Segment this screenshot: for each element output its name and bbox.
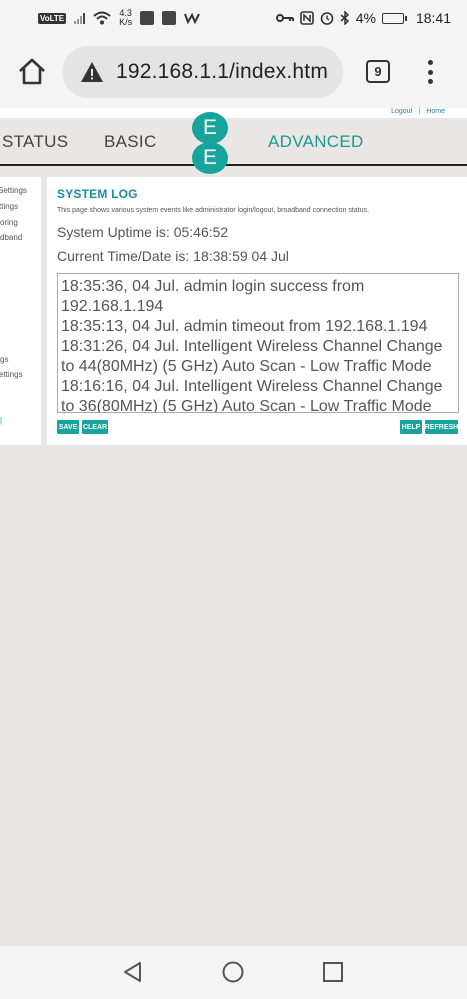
page-title: SYSTEM LOG (57, 187, 138, 201)
wish-icon (184, 12, 201, 24)
tab-switcher-button[interactable]: 9 (366, 60, 390, 83)
system-uptime: System Uptime is: 05:46:52 (57, 224, 229, 240)
alarm-icon (320, 12, 334, 25)
home-icon[interactable] (16, 56, 48, 88)
log-line: to 44(80MHz) (5 GHz) Auto Scan - Low Tra… (61, 358, 432, 375)
page-description: This page shows various system events li… (57, 207, 370, 214)
ee-logo[interactable]: E E (192, 112, 228, 174)
home-nav-icon[interactable] (222, 961, 244, 983)
save-button[interactable]: SAVE (57, 420, 79, 434)
overflow-menu-icon[interactable] (426, 60, 434, 84)
system-log-panel: SYSTEM LOG This page shows various syste… (47, 177, 467, 445)
clock: 18:41 (415, 10, 451, 26)
clear-button[interactable]: CLEAR (82, 420, 108, 434)
browser-toolbar: 192.168.1.1/index.htm 9 (0, 36, 467, 108)
nfc-icon (299, 11, 314, 25)
log-line: 18:35:13, 04 Jul. admin timeout from 192… (61, 318, 428, 335)
refresh-button[interactable]: REFRESH (425, 420, 458, 434)
log-line: to 36(80MHz) (5 GHz) Auto Scan - Low Tra… (61, 398, 432, 413)
volte-badge: VoLTE (38, 12, 67, 24)
system-nav-bar (0, 946, 467, 999)
app-icon (162, 11, 177, 25)
logout-link[interactable]: Logout (391, 108, 412, 115)
top-links: Logout | Home (391, 108, 445, 115)
sidebar-item[interactable]: gs (0, 355, 8, 364)
battery-icon (381, 12, 407, 24)
sidebar-item[interactable]: dband (0, 233, 22, 242)
home-link[interactable]: Home (426, 108, 445, 115)
sidebar-item[interactable]: Settings (0, 186, 27, 195)
back-icon[interactable] (122, 961, 144, 983)
sidebar-item[interactable]: ttings (0, 202, 18, 211)
warning-icon[interactable] (80, 61, 104, 83)
sidebar: Settings ttings oring dband gs ettings | (0, 177, 41, 445)
sidebar-active-marker: | (0, 416, 3, 425)
tab-status[interactable]: STATUS (2, 132, 68, 152)
link-separator: | (418, 108, 421, 115)
key-icon (275, 14, 294, 22)
log-line: 18:16:16, 04 Jul. Intelligent Wireless C… (61, 378, 443, 395)
current-time: Current Time/Date is: 18:38:59 04 Jul (57, 248, 289, 264)
address-bar[interactable]: 192.168.1.1/index.htm (62, 46, 343, 98)
router-nav: STATUS BASIC ADVANCED (0, 118, 467, 166)
app-icon (140, 11, 155, 25)
network-speed: 4.3 K/s (119, 8, 133, 27)
recents-icon[interactable] (322, 961, 344, 983)
sidebar-item[interactable]: ettings (0, 370, 23, 379)
tab-advanced[interactable]: ADVANCED (268, 132, 364, 152)
nav-divider (0, 164, 467, 166)
log-line: 18:31:26, 04 Jul. Intelligent Wireless C… (61, 338, 443, 355)
tab-basic[interactable]: BASIC (104, 132, 157, 152)
wifi-icon (93, 11, 111, 25)
battery-percent: 4% (355, 10, 376, 26)
log-line: 18:35:36, 04 Jul. admin login success fr… (61, 278, 365, 295)
help-button[interactable]: HELP (400, 420, 422, 434)
bluetooth-icon (340, 11, 349, 25)
log-textarea[interactable]: 18:35:36, 04 Jul. admin login success fr… (57, 273, 459, 413)
sidebar-item[interactable]: oring (0, 218, 18, 227)
log-line: 192.168.1.194 (61, 298, 164, 315)
url-text[interactable]: 192.168.1.1/index.htm (116, 60, 328, 84)
signal-icon (74, 12, 86, 24)
status-bar: VoLTE 4.3 K/s 4% 18:41 (0, 0, 467, 36)
